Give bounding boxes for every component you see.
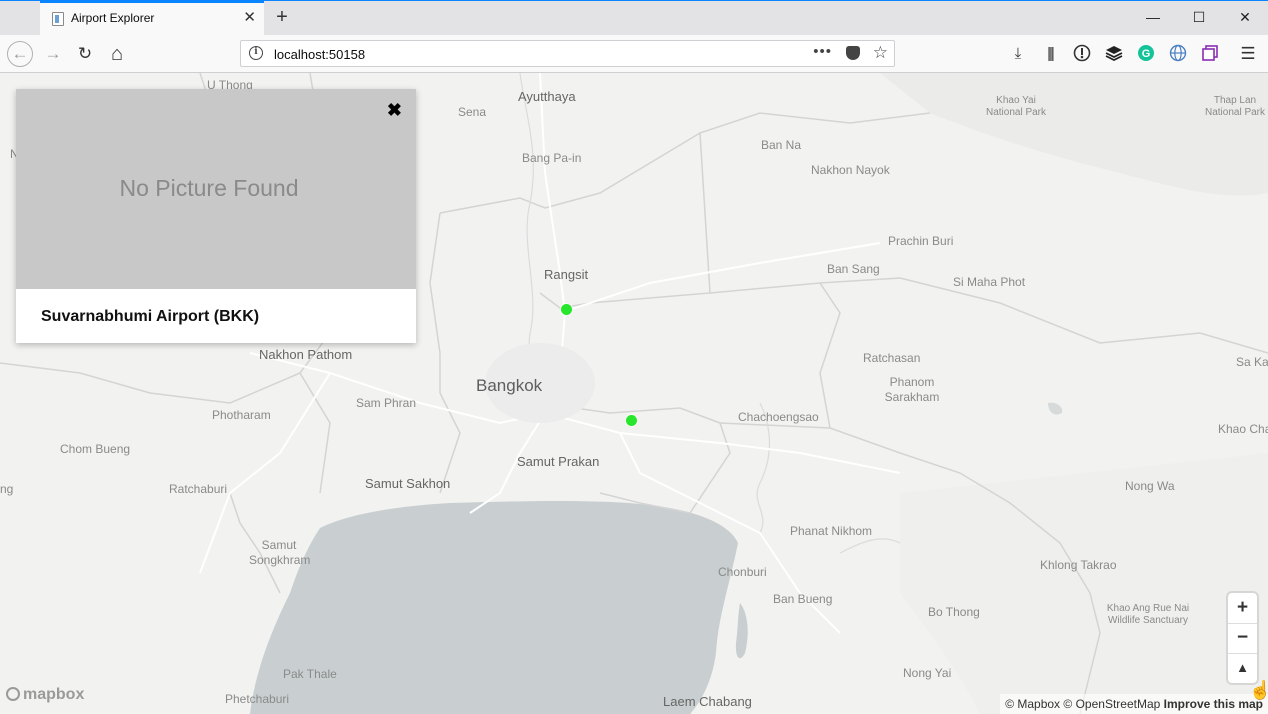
map-label-si-maha-phot: Si Maha Phot [953, 275, 1026, 289]
map-label-ng: ng [0, 482, 14, 496]
map-label-phetchaburi: Phetchaburi [225, 692, 290, 706]
map-label-chonburi: Chonburi [718, 565, 767, 579]
map-label-ratchasan: Ratchasan [863, 351, 921, 365]
map-navigation-control: + − ▲ [1228, 593, 1257, 683]
page-actions-icon[interactable]: ••• [813, 43, 832, 60]
forward-button[interactable]: → [40, 42, 66, 68]
minimize-button[interactable]: — [1141, 5, 1165, 29]
airport-name: Suvarnabhumi Airport (BKK) [41, 308, 260, 325]
mapbox-logo[interactable]: mapbox [6, 686, 84, 704]
map-label-ban-bueng: Ban Bueng [773, 592, 833, 606]
map-label-sa-kaeo: Sa Ka [1236, 355, 1268, 369]
tab-title: Airport Explorer [71, 11, 155, 25]
map-label-ratchaburi: Ratchaburi [169, 482, 228, 496]
map-label-pak-thale: Pak Thale [283, 667, 337, 681]
password-icon[interactable] [1072, 44, 1092, 64]
map-label-bangkok: Bangkok [476, 376, 543, 395]
map-label-samut-prakan: Samut Prakan [517, 454, 600, 469]
zoom-in-button[interactable]: + [1228, 593, 1257, 622]
zoom-out-button[interactable]: − [1228, 623, 1257, 652]
map-label-khao-yai: Khao Yai National Park [985, 95, 1047, 118]
map-label-photharam: Photharam [212, 408, 271, 422]
gulf-water [250, 501, 738, 714]
map-label-khao-ang-rue-nai: Khao Ang Rue Nai Wildlife Sanctuary [1106, 603, 1190, 626]
map-label-phanat-nikhom: Phanat Nikhom [790, 524, 873, 538]
map-label-chachoengsao: Chachoengsao [738, 410, 819, 424]
airport-image-placeholder: No Picture Found [16, 89, 416, 289]
no-picture-text: No Picture Found [119, 175, 299, 201]
mapbox-logo-icon [6, 687, 20, 701]
airport-popup: No Picture Found ✖ Suvarnabhumi Airport … [16, 89, 416, 343]
hills [880, 73, 1268, 196]
map-label-ban-na: Ban Na [761, 138, 802, 152]
map-label-rangsit: Rangsit [544, 267, 589, 282]
map-label-nong-yai: Nong Yai [903, 666, 952, 680]
map-label-laem-chabang: Laem Chabang [663, 694, 752, 709]
page-favicon-icon [52, 12, 64, 26]
map-label-nong-wa: Nong Wa [1125, 479, 1175, 493]
navigation-bar: ← → ↻ ⌂ i localhost:50158 ••• ☆ ⤓ ||| G … [0, 35, 1268, 73]
reservoir [735, 603, 748, 659]
url-input[interactable]: localhost:50158 [274, 47, 365, 62]
map-label-nakhon-pathom: Nakhon Pathom [259, 347, 353, 362]
grammarly-icon[interactable]: G [1136, 44, 1156, 64]
map-label-bang-pa-in: Bang Pa-in [522, 151, 582, 165]
library-icon[interactable]: ||| [1040, 44, 1060, 64]
download-icon[interactable]: ⤓ [1008, 44, 1028, 64]
map-label-ban-sang: Ban Sang [827, 262, 880, 276]
back-button[interactable]: ← [7, 41, 33, 67]
tab-close-icon[interactable]: ✕ [243, 9, 256, 27]
layers-icon[interactable] [1104, 44, 1124, 64]
close-window-button[interactable]: ✕ [1233, 5, 1257, 29]
attribution-mapbox-link[interactable]: © Mapbox [1005, 697, 1060, 711]
map-label-thap-lan: Thap Lan National Park [1204, 95, 1266, 118]
home-button[interactable]: ⌂ [104, 42, 130, 68]
map-label-khlong-takrao: Khlong Takrao [1040, 558, 1117, 572]
map-label-samut-sakhon: Samut Sakhon [365, 476, 451, 491]
globe-icon[interactable] [1168, 44, 1188, 64]
tab-bar: Airport Explorer ✕ + — ☐ ✕ [0, 0, 1268, 35]
map-label-bo-thong: Bo Thong [928, 605, 980, 619]
map-label-prachin-buri: Prachin Buri [888, 234, 954, 248]
pocket-icon[interactable] [846, 46, 860, 60]
map-attribution: © Mapbox © OpenStreetMap Improve this ma… [1000, 694, 1268, 714]
tab-airport-explorer[interactable]: Airport Explorer ✕ [40, 1, 264, 35]
map-label-sena: Sena [458, 105, 487, 119]
map-canvas[interactable]: U Thong N Ayutthaya Sena Bang Pa-in Ban … [0, 73, 1268, 714]
map-label-chom-bueng: Chom Bueng [60, 442, 131, 456]
airport-marker-don-mueang[interactable] [561, 304, 572, 315]
lake-3 [1048, 402, 1063, 415]
map-label-nakhon-nayok: Nakhon Nayok [811, 163, 890, 177]
map-label-ayutthaya: Ayutthaya [518, 89, 576, 104]
attribution-osm-link[interactable]: © OpenStreetMap [1063, 697, 1160, 711]
pointer-cursor-icon: ☝ [1249, 680, 1268, 700]
reload-button[interactable]: ↻ [72, 42, 98, 68]
svg-text:G: G [1142, 48, 1151, 60]
maximize-button[interactable]: ☐ [1187, 5, 1211, 29]
new-tab-button[interactable]: + [272, 6, 292, 28]
map-label-khao-cha: Khao Cha [1218, 422, 1268, 436]
menu-icon[interactable]: ☰ [1238, 44, 1258, 64]
mapbox-logo-text: mapbox [23, 686, 85, 703]
compass-button[interactable]: ▲ [1228, 653, 1257, 682]
map-label-sam-phran: Sam Phran [356, 396, 417, 410]
url-bar[interactable]: i localhost:50158 ••• ☆ [240, 40, 895, 67]
map-label-phanom-sarakham: Phanom Sarakham [884, 375, 940, 404]
airport-marker-suvarnabhumi[interactable] [626, 415, 637, 426]
bookmark-star-icon[interactable]: ☆ [873, 43, 888, 63]
map-label-samut-songkhram: Samut Songkhram [249, 538, 311, 567]
popup-close-button[interactable]: ✖ [387, 101, 402, 119]
site-info-icon[interactable]: i [249, 46, 263, 60]
containers-icon[interactable] [1200, 44, 1220, 64]
